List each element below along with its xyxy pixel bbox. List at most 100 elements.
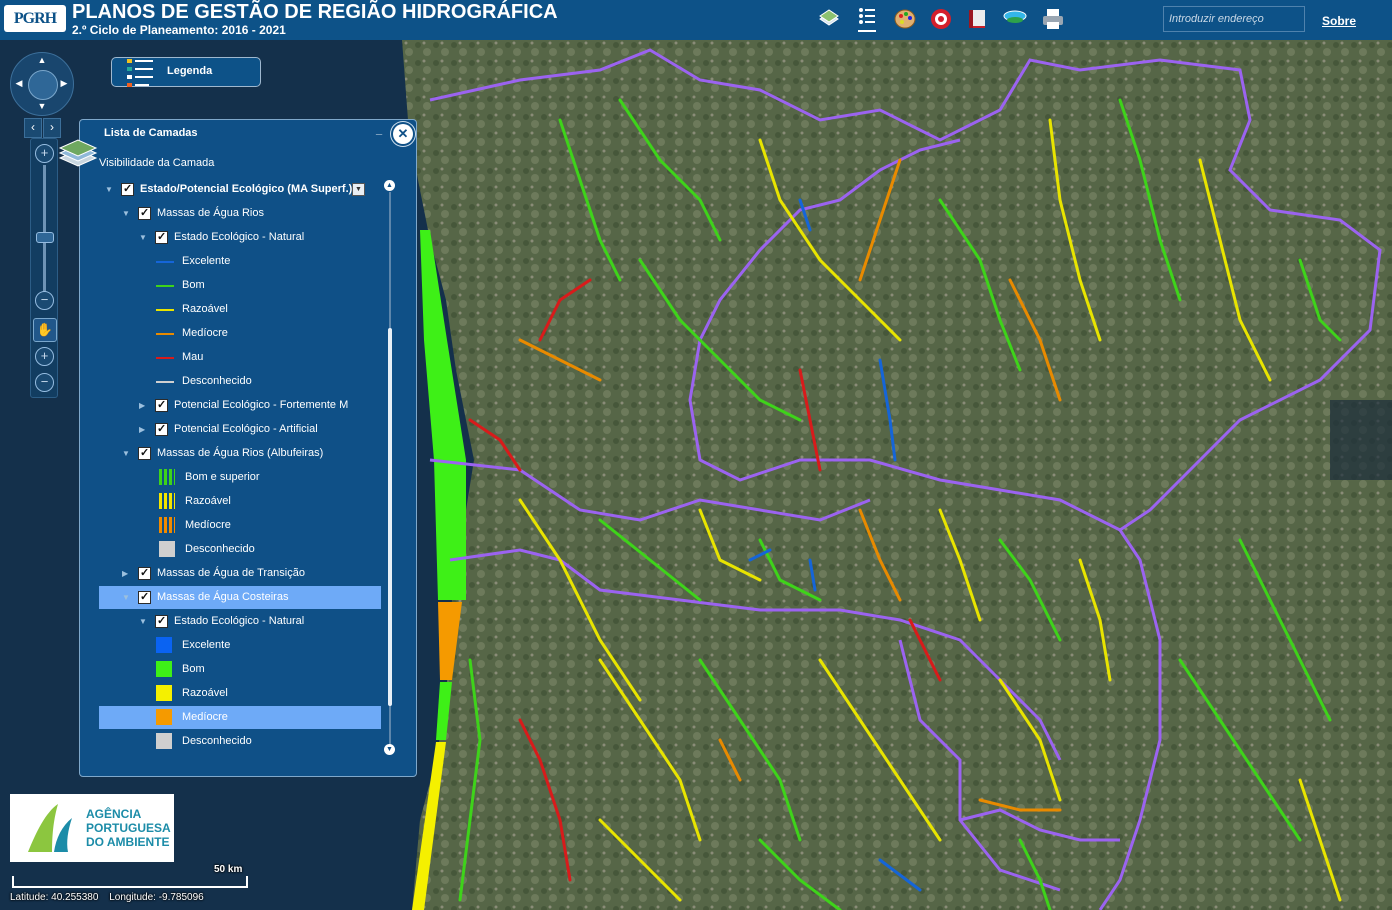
basemap-icon[interactable] xyxy=(815,5,843,33)
panel-scrollbar[interactable]: ▲ ▼ xyxy=(383,178,397,758)
layer-row[interactable]: Desconhecido xyxy=(99,538,381,561)
layer-row[interactable]: Desconhecido xyxy=(99,730,381,753)
zoom-in-button[interactable]: + xyxy=(35,144,54,163)
layer-row[interactable]: Bom e superior xyxy=(99,466,381,489)
list-icon[interactable] xyxy=(853,5,881,33)
app-title: PLANOS DE GESTÃO DE REGIÃO HIDROGRÁFICA xyxy=(72,1,558,23)
apa-line-2: PORTUGUESA xyxy=(86,821,171,835)
collapse-icon[interactable]: ▼ xyxy=(139,610,149,633)
pgrh-logo: PGRH xyxy=(4,5,66,32)
legend-box-swatch xyxy=(156,709,172,725)
longitude-readout: Longitude: -9.785096 xyxy=(109,892,204,903)
legend-label: Excelente xyxy=(182,639,231,651)
layer-row[interactable]: ▶ Massas de Água de Transição xyxy=(99,562,381,585)
layer-label: Potencial Ecológico - Fortemente M xyxy=(174,399,349,411)
layer-label: Estado Ecológico - Natural xyxy=(174,615,305,627)
zoom-slider[interactable]: + − ✋ + − xyxy=(30,138,58,398)
layer-checkbox[interactable] xyxy=(155,610,168,633)
print-icon[interactable] xyxy=(1039,5,1067,33)
layer-row[interactable]: Medíocre xyxy=(99,706,381,729)
legend-box-swatch xyxy=(156,733,172,749)
layer-row[interactable]: Desconhecido xyxy=(99,370,381,393)
layer-row[interactable]: Razoável xyxy=(99,298,381,321)
latitude-readout: Latitude: 40.255380 xyxy=(10,892,99,903)
layer-row[interactable]: ▶ Potencial Ecológico - Artificial xyxy=(99,418,381,441)
legend-label: Bom e superior xyxy=(185,471,260,483)
layer-checkbox[interactable] xyxy=(138,442,151,465)
palette-icon[interactable] xyxy=(891,5,919,33)
layer-row[interactable]: Mau xyxy=(99,346,381,369)
layer-checkbox[interactable] xyxy=(155,418,168,441)
previous-extent-button[interactable]: ‹ xyxy=(24,118,42,138)
layer-row[interactable]: ▼ Massas de Água Rios xyxy=(99,202,381,225)
layer-row[interactable]: Medíocre xyxy=(99,322,381,345)
layer-label: Estado Ecológico - Natural xyxy=(174,231,305,243)
pan-right-icon[interactable]: ▶ xyxy=(58,78,70,89)
layer-row[interactable]: Razoável xyxy=(99,682,381,705)
layer-row[interactable]: Excelente xyxy=(99,250,381,273)
layer-list-panel: Lista de Camadas _ ✕ Visibilidade da Cam… xyxy=(58,119,417,777)
apa-line-3: DO AMBIENTE xyxy=(86,835,170,849)
layer-row[interactable]: Medíocre xyxy=(99,514,381,537)
zoom-out-tool-icon[interactable]: − xyxy=(35,373,54,392)
zoom-out-button[interactable]: − xyxy=(35,291,54,310)
collapse-icon[interactable]: ▼ xyxy=(122,586,132,609)
zoom-thumb[interactable] xyxy=(36,232,54,243)
layer-row[interactable]: ▼ Massas de Água Costeiras xyxy=(99,586,381,609)
book-icon[interactable] xyxy=(963,5,991,33)
target-icon[interactable] xyxy=(927,5,955,33)
about-link[interactable]: Sobre xyxy=(1322,14,1356,28)
layer-row[interactable]: Bom xyxy=(99,658,381,681)
scroll-thumb[interactable] xyxy=(388,328,392,706)
layer-row[interactable]: ▼ Estado Ecológico - Natural xyxy=(99,610,381,633)
layer-row[interactable]: Bom xyxy=(99,274,381,297)
legend-label: Legenda xyxy=(167,65,213,77)
layer-row[interactable]: Razoável xyxy=(99,490,381,513)
layer-label: Massas de Água de Transição xyxy=(157,567,305,579)
address-search-input[interactable] xyxy=(1163,6,1305,32)
layer-label: Massas de Água Rios (Albufeiras) xyxy=(157,447,324,459)
pan-up-icon[interactable]: ▲ xyxy=(36,55,48,65)
pan-hand-icon[interactable]: ✋ xyxy=(33,318,57,342)
expand-icon[interactable]: ▶ xyxy=(139,418,149,441)
expand-icon[interactable]: ▶ xyxy=(122,562,132,585)
pan-left-icon[interactable]: ◀ xyxy=(13,78,25,89)
layer-row[interactable]: Excelente xyxy=(99,634,381,657)
layer-row[interactable]: ▼ Estado Ecológico - Natural xyxy=(99,226,381,249)
legend-hatch-swatch xyxy=(159,469,175,485)
zoom-in-tool-icon[interactable]: + xyxy=(35,347,54,366)
collapse-icon[interactable]: ▼ xyxy=(139,226,149,249)
layer-checkbox[interactable] xyxy=(138,202,151,225)
legend-label: Medíocre xyxy=(182,327,228,339)
legend-hatch-swatch xyxy=(159,517,175,533)
apa-line-1: AGÊNCIA xyxy=(86,807,142,821)
expand-icon[interactable]: ▶ xyxy=(139,394,149,417)
legend-label: Razoável xyxy=(182,303,228,315)
layer-checkbox[interactable] xyxy=(138,562,151,585)
scroll-up-icon[interactable]: ▲ xyxy=(384,180,395,191)
layer-checkbox[interactable] xyxy=(121,178,134,201)
pan-down-icon[interactable]: ▼ xyxy=(36,101,48,111)
minimize-button[interactable]: _ xyxy=(376,124,382,136)
collapse-icon[interactable]: ▼ xyxy=(105,178,115,201)
layer-row[interactable]: ▼Estado/Potencial Ecológico (MA Superf.)… xyxy=(99,178,381,201)
coordinates-readout: Latitude: 40.255380 Longitude: -9.785096 xyxy=(10,892,212,903)
layer-checkbox[interactable] xyxy=(155,394,168,417)
globe-icon[interactable] xyxy=(28,70,58,100)
pan-control[interactable]: ▲ ▼ ◀ ▶ xyxy=(10,52,74,116)
collapse-icon[interactable]: ▼ xyxy=(122,202,132,225)
close-button[interactable]: ✕ xyxy=(393,124,413,144)
layer-label: Estado/Potencial Ecológico (MA Superf.) xyxy=(140,183,353,195)
layer-options-dropdown[interactable]: ▼ xyxy=(352,183,365,196)
apa-emblem-icon xyxy=(28,804,72,852)
layer-checkbox[interactable] xyxy=(138,586,151,609)
layer-checkbox[interactable] xyxy=(155,226,168,249)
legend-list-icon xyxy=(127,59,153,87)
next-extent-button[interactable]: › xyxy=(43,118,61,138)
layers-icon[interactable] xyxy=(1001,5,1029,33)
layer-row[interactable]: ▼ Massas de Água Rios (Albufeiras) xyxy=(99,442,381,465)
scroll-down-icon[interactable]: ▼ xyxy=(384,744,395,755)
legend-button[interactable]: Legenda xyxy=(111,57,261,87)
collapse-icon[interactable]: ▼ xyxy=(122,442,132,465)
layer-row[interactable]: ▶ Potencial Ecológico - Fortemente M xyxy=(99,394,381,417)
